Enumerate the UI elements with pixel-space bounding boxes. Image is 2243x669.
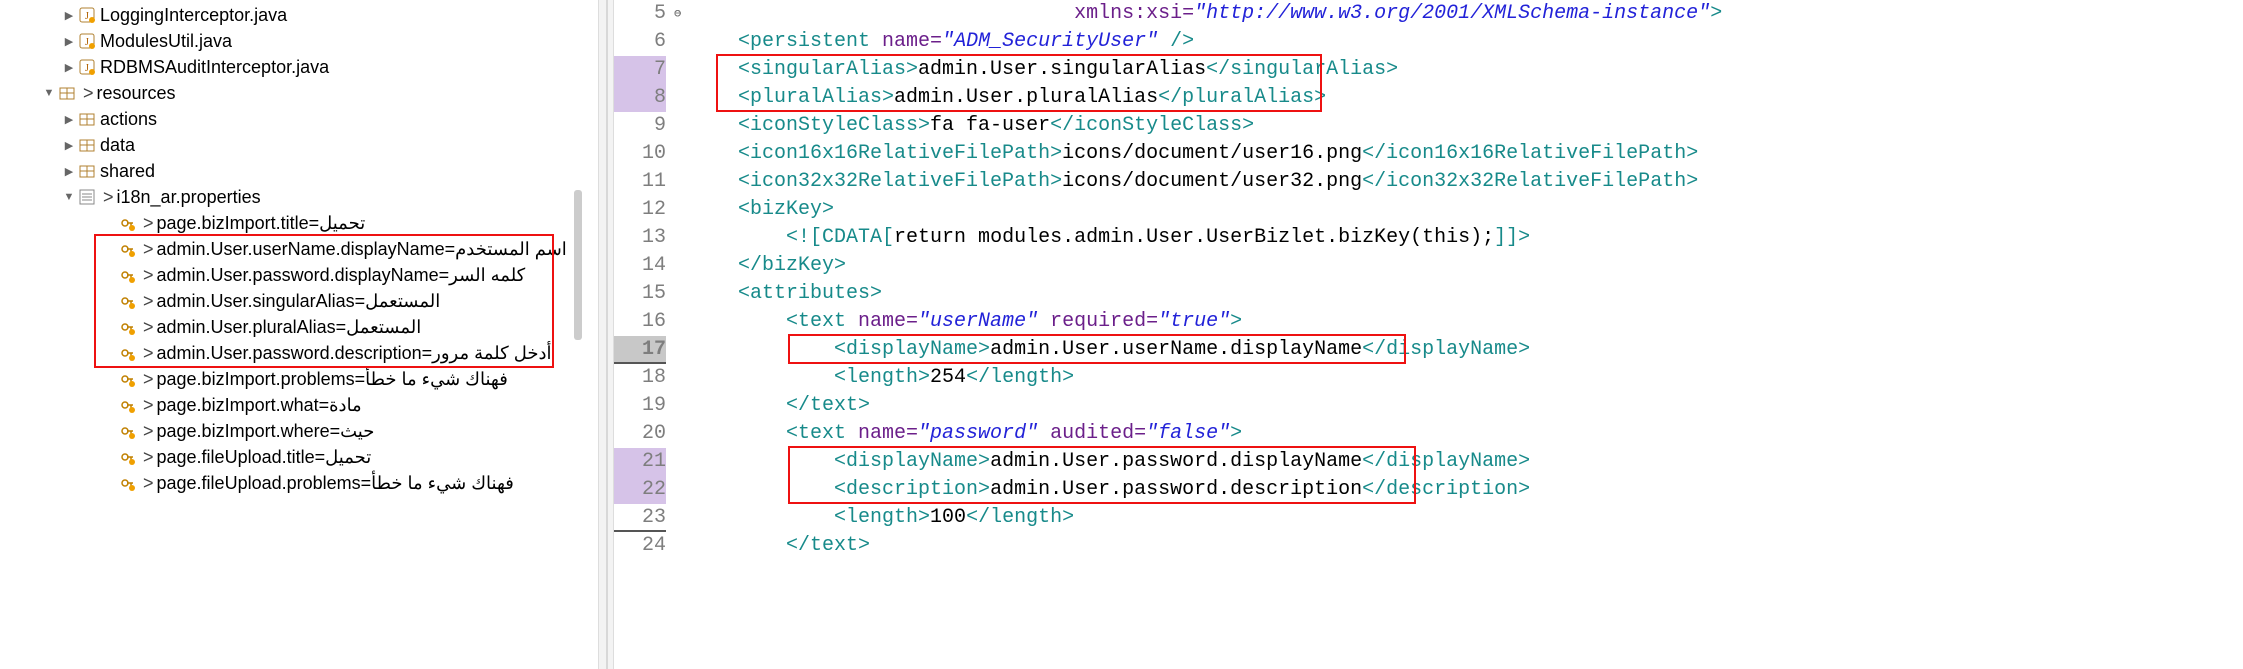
pkg-icon	[78, 110, 96, 128]
expand-arrow-icon[interactable]: ▶	[60, 165, 78, 178]
line-number[interactable]: 22	[614, 476, 666, 504]
fold-toggle-icon[interactable]: ⊖	[674, 6, 681, 21]
svg-text:J: J	[85, 63, 89, 74]
folder-label: actions	[100, 109, 157, 130]
line-number[interactable]: 5	[614, 0, 666, 28]
expand-arrow-icon[interactable]: ▶	[60, 139, 78, 152]
line-number[interactable]: 7	[614, 56, 666, 84]
tree-prop-6[interactable]: >page.bizImport.problems=فهناك شيء ما خط…	[0, 366, 598, 392]
tree-folder-shared[interactable]: ▶ shared	[0, 158, 598, 184]
folder-label: data	[100, 135, 135, 156]
line-number[interactable]: 11	[614, 168, 666, 196]
pane-divider[interactable]	[598, 0, 614, 669]
tree-file-0[interactable]: ▶ J LoggingInterceptor.java	[0, 2, 598, 28]
tree-file-properties[interactable]: ▼>i18n_ar.properties	[0, 184, 598, 210]
line-number[interactable]: 15	[614, 280, 666, 308]
file-label: i18n_ar.properties	[117, 187, 261, 208]
tree-file-2[interactable]: ▶ J RDBMSAuditInterceptor.java	[0, 54, 598, 80]
pkg-icon	[58, 84, 76, 102]
highlight-box-code-3	[788, 446, 1416, 504]
property-label: page.bizImport.what=مادة	[157, 395, 362, 416]
key-icon	[118, 474, 136, 492]
code-line[interactable]: <iconStyleClass>fa fa-user</iconStyleCla…	[690, 112, 2243, 140]
folder-label: resources	[97, 83, 176, 104]
key-icon	[118, 214, 136, 232]
code-line[interactable]: </text>	[690, 392, 2243, 420]
pkg-icon	[78, 162, 96, 180]
collapse-arrow-icon[interactable]: ▼	[60, 191, 78, 203]
code-line[interactable]: <icon16x16RelativeFilePath>icons/documen…	[690, 140, 2243, 168]
line-number[interactable]: 16	[614, 308, 666, 336]
line-number[interactable]: 12	[614, 196, 666, 224]
file-label: ModulesUtil.java	[100, 31, 232, 52]
key-icon	[118, 422, 136, 440]
file-label: LoggingInterceptor.java	[100, 5, 287, 26]
property-label: page.bizImport.title=تحميل	[157, 213, 366, 234]
code-line[interactable]: xmlns:xsi="http://www.w3.org/2001/XMLSch…	[690, 0, 2243, 28]
java-icon: J	[78, 6, 96, 24]
line-number[interactable]: 19	[614, 392, 666, 420]
line-number[interactable]: 6	[614, 28, 666, 56]
java-icon: J	[78, 58, 96, 76]
java-icon: J	[78, 32, 96, 50]
line-number[interactable]: 13	[614, 224, 666, 252]
line-number[interactable]: 9	[614, 112, 666, 140]
code-line[interactable]: </text>	[690, 532, 2243, 560]
line-number[interactable]: 18	[614, 364, 666, 392]
svg-text:J: J	[85, 11, 89, 22]
code-line[interactable]: <text name="password" audited="false">	[690, 420, 2243, 448]
line-number[interactable]: 24	[614, 532, 666, 560]
line-number[interactable]: 10	[614, 140, 666, 168]
code-line[interactable]: <attributes>	[690, 280, 2243, 308]
code-line[interactable]: <text name="userName" required="true">	[690, 308, 2243, 336]
expand-arrow-icon[interactable]: ▶	[60, 35, 78, 48]
project-tree-pane: ▶ J LoggingInterceptor.java ▶ J ModulesUtil.j…	[0, 0, 598, 669]
tree-prop-10[interactable]: >page.fileUpload.problems=فهناك شيء ما خ…	[0, 470, 598, 496]
code-line[interactable]: <icon32x32RelativeFilePath>icons/documen…	[690, 168, 2243, 196]
line-number[interactable]: 23	[614, 504, 666, 532]
line-number[interactable]: 8	[614, 84, 666, 112]
editor-pane: 56789101112131415161718192021222324 ⊖⊖⊖⊖…	[614, 0, 2243, 669]
pkg-icon	[78, 136, 96, 154]
file-label: RDBMSAuditInterceptor.java	[100, 57, 329, 78]
expand-arrow-icon[interactable]: ▶	[60, 61, 78, 74]
line-number[interactable]: 20	[614, 420, 666, 448]
key-icon	[118, 370, 136, 388]
props-icon	[78, 188, 96, 206]
property-label: page.fileUpload.problems=فهناك شيء ما خط…	[157, 473, 514, 494]
collapse-arrow-icon[interactable]: ▼	[40, 87, 58, 99]
code-line[interactable]: </bizKey>	[690, 252, 2243, 280]
tree-scrollbar[interactable]	[574, 190, 582, 340]
line-number[interactable]: 14	[614, 252, 666, 280]
key-icon	[118, 396, 136, 414]
tree-prop-8[interactable]: >page.bizImport.where=حيث	[0, 418, 598, 444]
expand-arrow-icon[interactable]: ▶	[60, 9, 78, 22]
code-line[interactable]: <persistent name="ADM_SecurityUser" />	[690, 28, 2243, 56]
folder-label: shared	[100, 161, 155, 182]
code-line[interactable]: <![CDATA[return modules.admin.User.UserB…	[690, 224, 2243, 252]
key-icon	[118, 448, 136, 466]
tree-folder-resources[interactable]: ▼>resources	[0, 80, 598, 106]
highlight-box-code-1	[716, 54, 1322, 112]
code-line[interactable]: <length>254</length>	[690, 364, 2243, 392]
tree-prop-7[interactable]: >page.bizImport.what=مادة	[0, 392, 598, 418]
property-label: page.fileUpload.title=تحميل	[157, 447, 372, 468]
tree-prop-9[interactable]: >page.fileUpload.title=تحميل	[0, 444, 598, 470]
expand-arrow-icon[interactable]: ▶	[60, 113, 78, 126]
code-line[interactable]: <bizKey>	[690, 196, 2243, 224]
line-number[interactable]: 21	[614, 448, 666, 476]
property-label: page.bizImport.where=حيث	[157, 421, 375, 442]
tree-file-1[interactable]: ▶ J ModulesUtil.java	[0, 28, 598, 54]
tree-folder-actions[interactable]: ▶ actions	[0, 106, 598, 132]
line-number[interactable]: 17	[614, 336, 666, 364]
tree-folder-data[interactable]: ▶ data	[0, 132, 598, 158]
svg-text:J: J	[85, 37, 89, 48]
highlight-box-tree	[94, 234, 554, 368]
highlight-box-code-2	[788, 334, 1406, 364]
property-label: page.bizImport.problems=فهناك شيء ما خطأ	[157, 369, 508, 390]
code-line[interactable]: <length>100</length>	[690, 504, 2243, 532]
tree-prop-0[interactable]: >page.bizImport.title=تحميل	[0, 210, 598, 236]
